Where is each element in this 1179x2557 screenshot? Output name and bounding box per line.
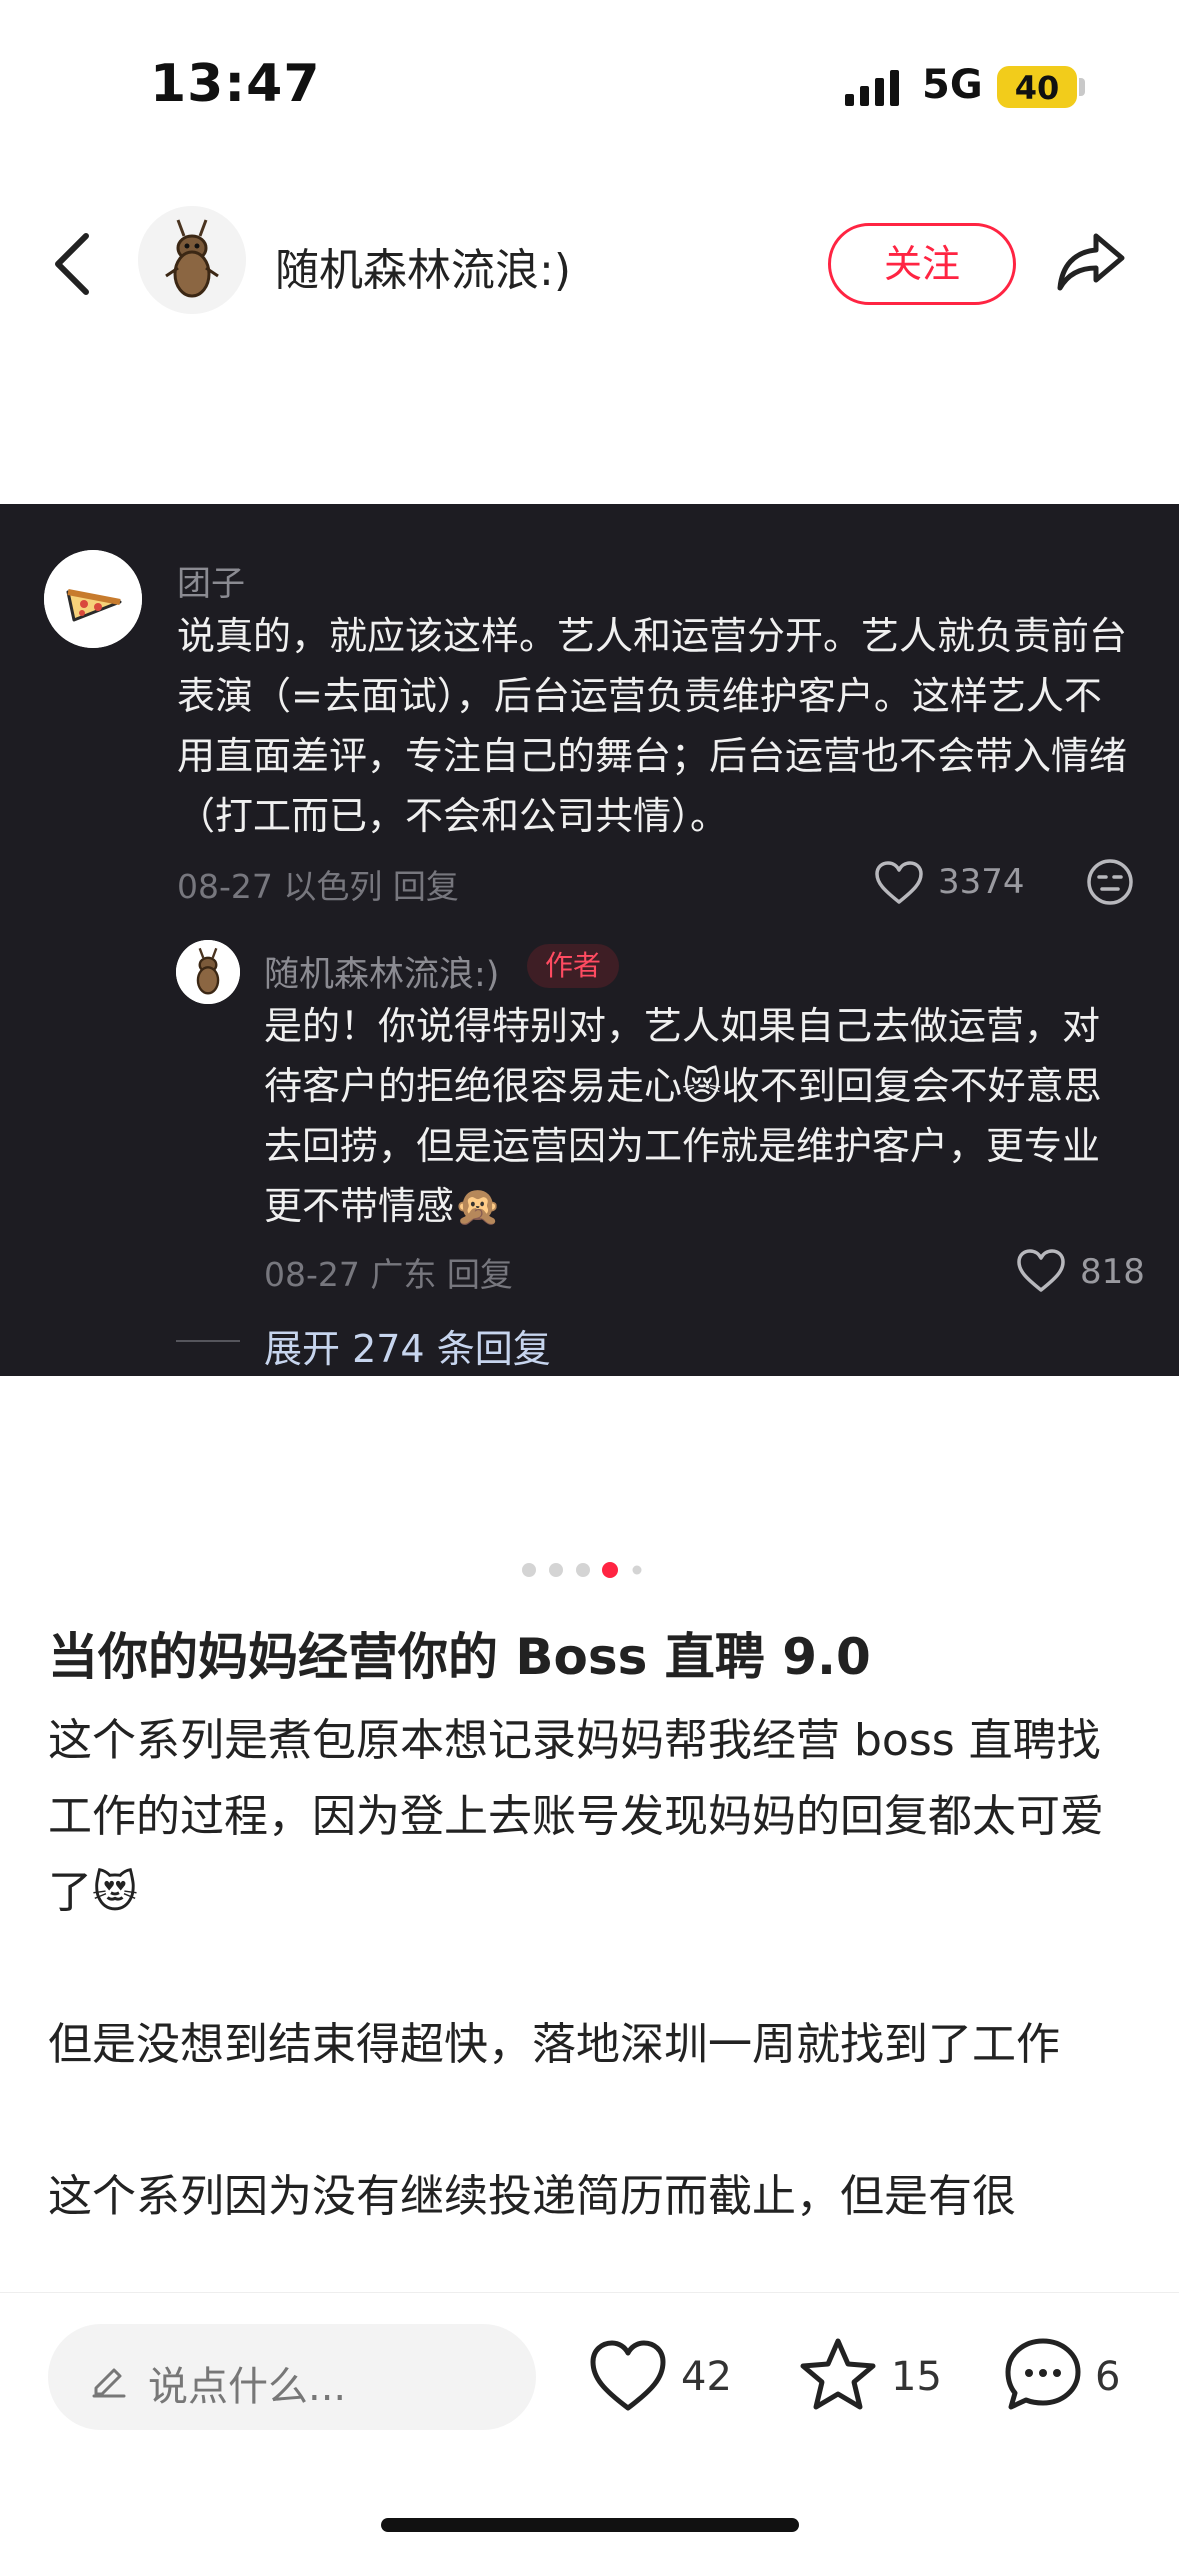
author-username[interactable]: 随机森林流浪:) bbox=[275, 234, 571, 298]
commenter-avatar[interactable] bbox=[44, 550, 142, 648]
home-indicator[interactable] bbox=[381, 2518, 799, 2532]
author-avatar[interactable] bbox=[138, 206, 246, 314]
signal-icon bbox=[845, 70, 899, 106]
back-arrow-icon[interactable] bbox=[52, 232, 92, 296]
star-icon[interactable] bbox=[798, 2336, 878, 2412]
post-title: 当你的妈妈经营你的 Boss 直聘 9.0 bbox=[48, 1628, 871, 1686]
reaction-emoji-icon[interactable] bbox=[1086, 858, 1134, 906]
commenter-name[interactable]: 团子 bbox=[177, 556, 245, 605]
comment-like-count: 3374 bbox=[938, 862, 1025, 902]
status-time: 13:47 bbox=[150, 54, 321, 114]
reply-text: 是的！你说得特别对，艺人如果自己去做运营，对待客户的拒绝很容易走心😿收不到回复会… bbox=[264, 1004, 1102, 1228]
collect-count: 15 bbox=[891, 2354, 942, 2400]
reply-meta[interactable]: 08-27 广东 回复 bbox=[264, 1248, 513, 1296]
comment-like-icon[interactable] bbox=[874, 860, 924, 906]
comment-input-placeholder[interactable]: 说点什么... bbox=[148, 2354, 346, 2412]
network-label: 5G bbox=[922, 62, 983, 108]
author-badge: 作者 bbox=[527, 944, 619, 988]
post-body: 这个系列是煮包原本想记录妈妈帮我经营 boss 直聘找工作的过程，因为登上去账号… bbox=[48, 1703, 1138, 2235]
post-paragraph: 但是没想到结束得超快，落地深圳一周就找到了工作 bbox=[48, 2019, 1060, 2070]
battery-tip bbox=[1079, 78, 1085, 96]
battery-icon: 40 bbox=[997, 66, 1077, 108]
follow-button[interactable]: 关注 bbox=[828, 223, 1016, 305]
comment-icon[interactable] bbox=[1003, 2336, 1083, 2412]
bug-avatar-icon bbox=[138, 206, 246, 314]
share-icon[interactable] bbox=[1056, 230, 1128, 292]
expand-divider bbox=[176, 1340, 240, 1342]
like-count: 42 bbox=[681, 2354, 732, 2400]
bug-avatar-icon bbox=[176, 940, 240, 1004]
post-paragraph: 这个系列是煮包原本想记录妈妈帮我经营 boss 直聘找工作的过程，因为登上去账号… bbox=[48, 1715, 1104, 1918]
comment-meta[interactable]: 08-27 以色列 回复 bbox=[177, 860, 459, 908]
comment-text: 说真的，就应该这样。艺人和运营分开。艺人就负责前台表演（=去面试），后台运营负责… bbox=[177, 614, 1128, 838]
comment-count: 6 bbox=[1095, 2354, 1121, 2400]
reply-like-icon[interactable] bbox=[1016, 1248, 1066, 1294]
like-icon[interactable] bbox=[588, 2338, 668, 2414]
expand-replies-link[interactable]: 展开 274 条回复 bbox=[264, 1318, 551, 1373]
reply-like-count: 818 bbox=[1080, 1252, 1145, 1292]
carousel-indicator bbox=[522, 1562, 642, 1578]
battery-level: 40 bbox=[1014, 69, 1060, 107]
reply-avatar[interactable] bbox=[176, 940, 240, 1004]
pizza-icon bbox=[44, 550, 142, 648]
pencil-icon bbox=[92, 2368, 126, 2398]
reply-author-name[interactable]: 随机森林流浪:) bbox=[264, 946, 499, 997]
post-paragraph: 这个系列因为没有继续投递简历而截止，但是有很 bbox=[48, 2171, 1016, 2222]
